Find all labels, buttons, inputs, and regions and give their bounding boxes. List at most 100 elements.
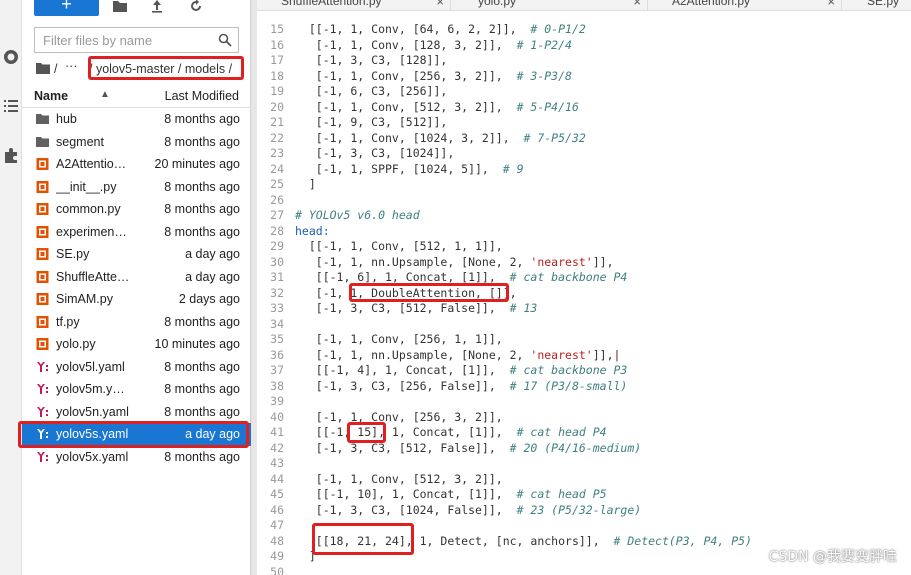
file-modified: 2 days ago xyxy=(178,292,240,306)
file-name: segment xyxy=(56,134,104,149)
file-row[interactable]: tf.py 8 months ago xyxy=(22,311,251,334)
line-number: 38 xyxy=(270,378,284,393)
extension-puzzle-icon[interactable] xyxy=(2,146,20,164)
line-number: 49 xyxy=(270,549,284,563)
file-modified: 8 months ago xyxy=(164,314,240,329)
yaml-file-icon xyxy=(37,384,48,394)
line-text: [[-1, 4], 1, Concat, [1]], # cat backbon… xyxy=(295,363,628,377)
file-name: __init__.py xyxy=(56,179,117,194)
name-column-header[interactable]: Name xyxy=(34,89,68,103)
last-modified-column-header[interactable]: Last Modified xyxy=(165,89,239,103)
editor-tab[interactable]: yolo.py × xyxy=(454,0,648,10)
upload-icon[interactable] xyxy=(149,0,165,14)
line-text: # YOLOv5 v6.0 head xyxy=(295,208,420,222)
code-line: 17 [-1, 3, C3, [128]], xyxy=(257,53,911,69)
line-number: 33 xyxy=(270,301,284,315)
code-line: 29 [[-1, 1, Conv, [512, 1, 1]], xyxy=(257,239,911,255)
code-line: 19 [-1, 6, C3, [256]], xyxy=(257,84,911,100)
file-row[interactable]: yolov5n.yaml 8 months ago xyxy=(22,401,251,424)
file-modified: 10 minutes ago xyxy=(154,337,240,351)
line-text: [-1, 9, C3, [512]], xyxy=(295,115,448,129)
line-text: [[-1, 10], 1, Concat, [1]], # cat head P… xyxy=(295,487,607,501)
code-line: 16 [-1, 1, Conv, [128, 3, 2]], # 1-P2/4 xyxy=(257,38,911,54)
line-number: 46 xyxy=(270,502,284,517)
activity-bar xyxy=(0,0,22,575)
python-file-icon xyxy=(36,293,49,305)
breadcrumb-path[interactable]: / yolov5-master / models / xyxy=(89,62,232,76)
file-row[interactable]: A2Attentio… 20 minutes ago xyxy=(22,153,251,176)
running-kernels-icon[interactable] xyxy=(2,48,20,66)
file-row[interactable]: segment 8 months ago xyxy=(22,131,251,154)
home-folder-icon[interactable] xyxy=(36,63,50,74)
code-line: 24 [-1, 1, SPPF, [1024, 5]], # 9 xyxy=(257,162,911,178)
code-line: 22 [-1, 1, Conv, [1024, 3, 2]], # 7-P5/3… xyxy=(257,131,911,147)
line-number: 32 xyxy=(270,285,284,300)
file-row[interactable]: yolov5x.yaml 8 months ago xyxy=(22,446,251,469)
file-row[interactable]: ShuffleAtte… a day ago xyxy=(22,266,251,289)
line-number: 23 xyxy=(270,146,284,160)
line-text: [-1, 3, C3, [512, False]], # 20 (P4/16-m… xyxy=(295,440,642,455)
file-name: experimen… xyxy=(56,224,127,239)
line-number: 16 xyxy=(270,37,284,52)
jupyterlab-window: + / ··· / yolov5-master / mod xyxy=(0,0,911,575)
file-row[interactable]: hub 8 months ago xyxy=(22,108,251,131)
yaml-file-icon xyxy=(37,406,48,417)
line-number: 35 xyxy=(270,332,284,346)
file-row[interactable]: yolo.py 10 minutes ago xyxy=(22,333,251,356)
file-modified: 8 months ago xyxy=(164,359,240,374)
file-row[interactable]: __init__.py 8 months ago xyxy=(22,176,251,199)
editor-tab[interactable]: SE.py xyxy=(843,0,911,10)
code-line: 41 [[-1, 15], 1, Concat, [1]], # cat hea… xyxy=(257,425,911,441)
file-row[interactable]: yolov5l.yaml 8 months ago xyxy=(22,356,251,379)
line-text: [[-1, 15], 1, Concat, [1]], # cat head P… xyxy=(295,425,607,439)
file-row[interactable]: yolov5s.yaml a day ago xyxy=(22,423,251,446)
yaml-code-view[interactable]: 15 [[-1, 1, Conv, [64, 6, 2, 2]], # 0-P1… xyxy=(257,22,911,575)
filter-files-input[interactable] xyxy=(35,28,215,52)
line-text: [-1, 1, Conv, [256, 3, 2]], # 3-P3/8 xyxy=(295,68,572,83)
line-number: 47 xyxy=(270,518,284,532)
refresh-icon[interactable] xyxy=(188,0,204,14)
file-modified: a day ago xyxy=(185,427,240,441)
line-text: ] xyxy=(295,177,316,191)
editor-tab[interactable]: A2Attention.py × xyxy=(648,0,842,10)
line-text: [-1, 3, C3, [256, False]], # 17 (P3/8-sm… xyxy=(295,378,628,393)
code-line: 20 [-1, 1, Conv, [512, 3, 2]], # 5-P4/16 xyxy=(257,100,911,116)
file-row[interactable]: SE.py a day ago xyxy=(22,243,251,266)
file-name: SE.py xyxy=(56,247,90,261)
file-row[interactable]: yolov5m.y… 8 months ago xyxy=(22,378,251,401)
file-row[interactable]: experimen… 8 months ago xyxy=(22,221,251,244)
breadcrumb-ellipsis[interactable]: ··· xyxy=(65,59,78,73)
line-text: [[18, 21, 24], 1, Detect, [nc, anchors]]… xyxy=(295,533,752,548)
code-line: 34 xyxy=(257,317,911,333)
line-text: [[-1, 1, Conv, [512, 1, 1]], xyxy=(295,239,503,253)
file-row[interactable]: common.py 8 months ago xyxy=(22,198,251,221)
code-line: 43 xyxy=(257,456,911,472)
line-number: 20 xyxy=(270,99,284,114)
close-tab-icon[interactable]: × xyxy=(827,0,835,9)
editor-tab-bar: ShuffleAttention.py × yolo.py × A2Attention.… xyxy=(257,0,911,11)
sort-ascending-icon[interactable]: ▲ xyxy=(100,89,110,100)
code-line: 38 [-1, 3, C3, [256, False]], # 17 (P3/8… xyxy=(257,379,911,395)
close-tab-icon[interactable]: × xyxy=(436,0,444,9)
new-launcher-button[interactable]: + xyxy=(34,0,99,16)
line-text: head: xyxy=(295,223,330,238)
file-list-header: Name ▲ Last Modified xyxy=(22,84,251,108)
line-number: 27 xyxy=(270,208,284,222)
file-row[interactable]: SimAM.py 2 days ago xyxy=(22,288,251,311)
code-line: 31 [[-1, 6], 1, Concat, [1]], # cat back… xyxy=(257,270,911,286)
command-list-icon[interactable] xyxy=(2,97,20,115)
python-file-icon xyxy=(36,270,49,283)
python-file-icon xyxy=(36,248,49,260)
line-number: 44 xyxy=(270,471,284,486)
close-tab-icon[interactable]: × xyxy=(633,0,641,9)
code-line: 47 xyxy=(257,518,911,534)
file-name: yolov5m.y… xyxy=(56,382,125,396)
line-number: 25 xyxy=(270,177,284,191)
line-number: 36 xyxy=(270,347,284,362)
breadcrumb-root[interactable]: / xyxy=(54,62,57,76)
code-line: 25 ] xyxy=(257,177,911,193)
line-number: 50 xyxy=(270,564,284,575)
editor-tab[interactable]: ShuffleAttention.py × xyxy=(257,0,451,10)
new-folder-icon[interactable] xyxy=(112,0,128,14)
code-line: 18 [-1, 1, Conv, [256, 3, 2]], # 3-P3/8 xyxy=(257,69,911,85)
